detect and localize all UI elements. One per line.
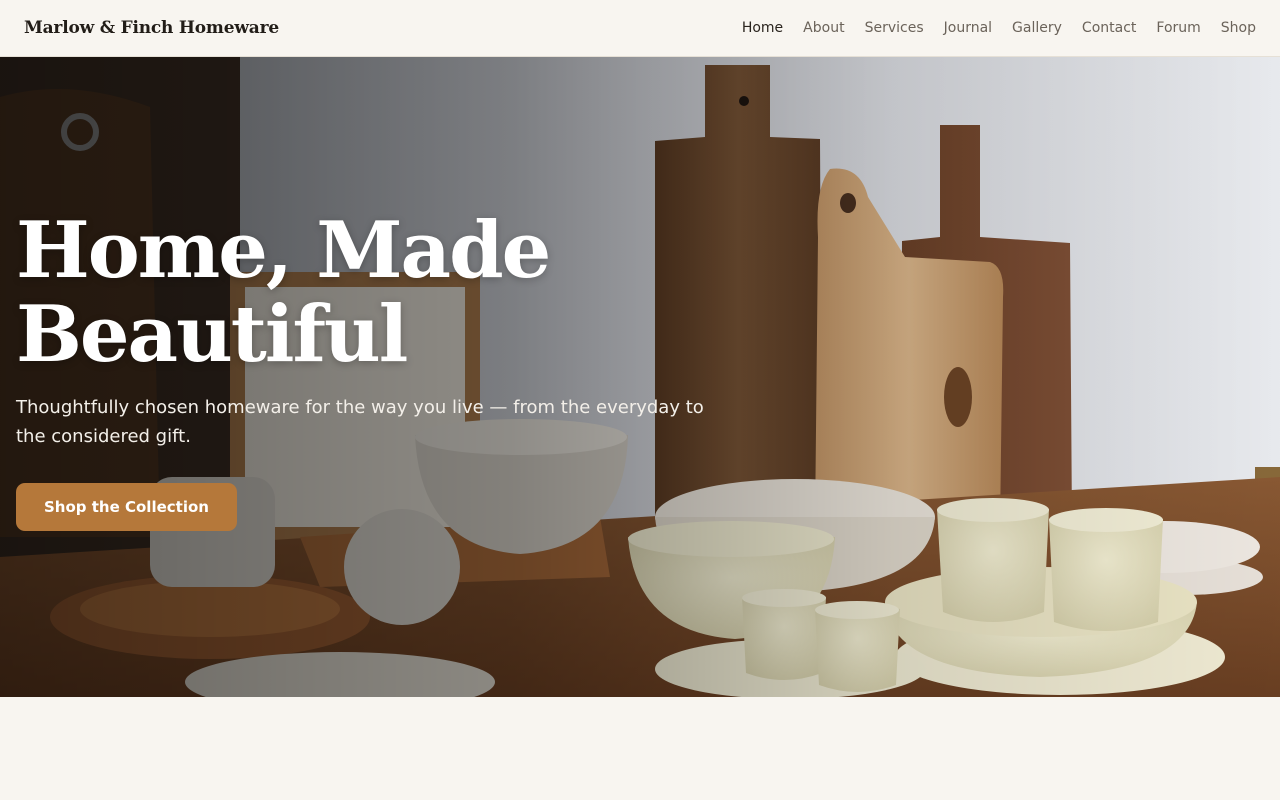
brand-logo[interactable]: Marlow & Finch Homeware xyxy=(24,18,279,38)
nav-home[interactable]: Home xyxy=(742,20,783,36)
nav-journal[interactable]: Journal xyxy=(944,20,992,36)
hero-subtitle: Thoughtfully chosen homeware for the way… xyxy=(16,397,704,447)
hero-content: Home, Made Beautiful Thoughtfully chosen… xyxy=(16,209,776,531)
content-below-hero xyxy=(0,697,1280,800)
nav-contact[interactable]: Contact xyxy=(1082,20,1136,36)
main-nav: Home About Services Journal Gallery Cont… xyxy=(742,20,1256,36)
nav-gallery[interactable]: Gallery xyxy=(1012,20,1062,36)
nav-shop[interactable]: Shop xyxy=(1221,20,1256,36)
nav-forum[interactable]: Forum xyxy=(1156,20,1200,36)
site-header: Marlow & Finch Homeware Home About Servi… xyxy=(0,0,1280,57)
hero-section: Home, Made Beautiful Thoughtfully chosen… xyxy=(0,57,1280,697)
shop-collection-button[interactable]: Shop the Collection xyxy=(16,483,237,531)
nav-services[interactable]: Services xyxy=(865,20,924,36)
hero-headline: Home, Made Beautiful xyxy=(16,205,551,380)
nav-about[interactable]: About xyxy=(803,20,844,36)
